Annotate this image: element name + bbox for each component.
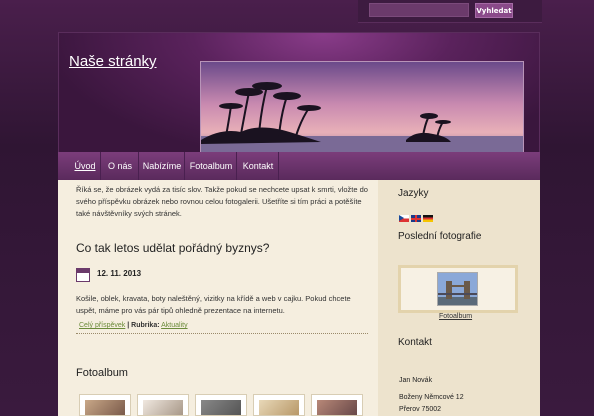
gallery-thumbnail[interactable]	[137, 394, 189, 416]
nav-item-kontakt[interactable]: Kontakt	[238, 152, 279, 180]
rubric-link[interactable]: Aktuality	[161, 322, 187, 329]
uk-flag-icon[interactable]	[411, 215, 421, 222]
sunset-palms-image	[201, 62, 523, 154]
gallery-thumbnail[interactable]	[253, 394, 305, 416]
search-button[interactable]: Vyhledat	[475, 3, 513, 18]
post-date: 12. 11. 2013	[97, 269, 142, 278]
search-input[interactable]	[369, 3, 469, 17]
rubric-label: | Rubrika:	[127, 322, 160, 329]
german-flag-icon[interactable]	[423, 215, 433, 222]
nav-item-o-nas[interactable]: O nás	[102, 152, 139, 180]
recent-photos-title: Poslední fotografie	[398, 231, 482, 242]
read-more-link[interactable]: Celý příspěvek	[79, 322, 125, 329]
contact-street: Boženy Němcové 12	[399, 394, 464, 401]
site-title-link[interactable]: Naše stránky	[69, 53, 157, 70]
nav-item-fotoalbum[interactable]: Fotoalbum	[186, 152, 237, 180]
gallery-thumbnail[interactable]	[311, 394, 363, 416]
nav-item-uvod[interactable]: Úvod	[70, 152, 101, 180]
gallery-title: Fotoalbum	[76, 367, 128, 379]
intro-text: Říká se, že obrázek vydá za tisíc slov. …	[76, 185, 368, 218]
calendar-icon	[76, 268, 90, 282]
main-navigation: Úvod O nás Nabízíme Fotoalbum Kontakt	[58, 152, 540, 180]
languages-title: Jazyky	[398, 188, 429, 199]
post-body: Košile, oblek, kravata, boty naleštěný, …	[76, 294, 351, 315]
contact-title: Kontakt	[398, 337, 432, 348]
divider	[76, 333, 368, 334]
tower-bridge-photo[interactable]	[437, 272, 478, 306]
fotoalbum-link[interactable]: Fotoalbum	[439, 313, 472, 320]
contact-city: Přerov 75002	[399, 406, 442, 413]
nav-item-nabizime[interactable]: Nabízíme	[140, 152, 185, 180]
contact-name: Jan Novák	[399, 377, 433, 384]
header-banner-image	[200, 61, 524, 155]
post-title[interactable]: Co tak letos udělat pořádný byznys?	[76, 241, 269, 255]
gallery-thumbnail[interactable]	[195, 394, 247, 416]
post-meta: Celý příspěvek | Rubrika: Aktuality	[79, 322, 188, 329]
gallery-thumbnail[interactable]	[79, 394, 131, 416]
czech-flag-icon[interactable]	[399, 215, 409, 222]
